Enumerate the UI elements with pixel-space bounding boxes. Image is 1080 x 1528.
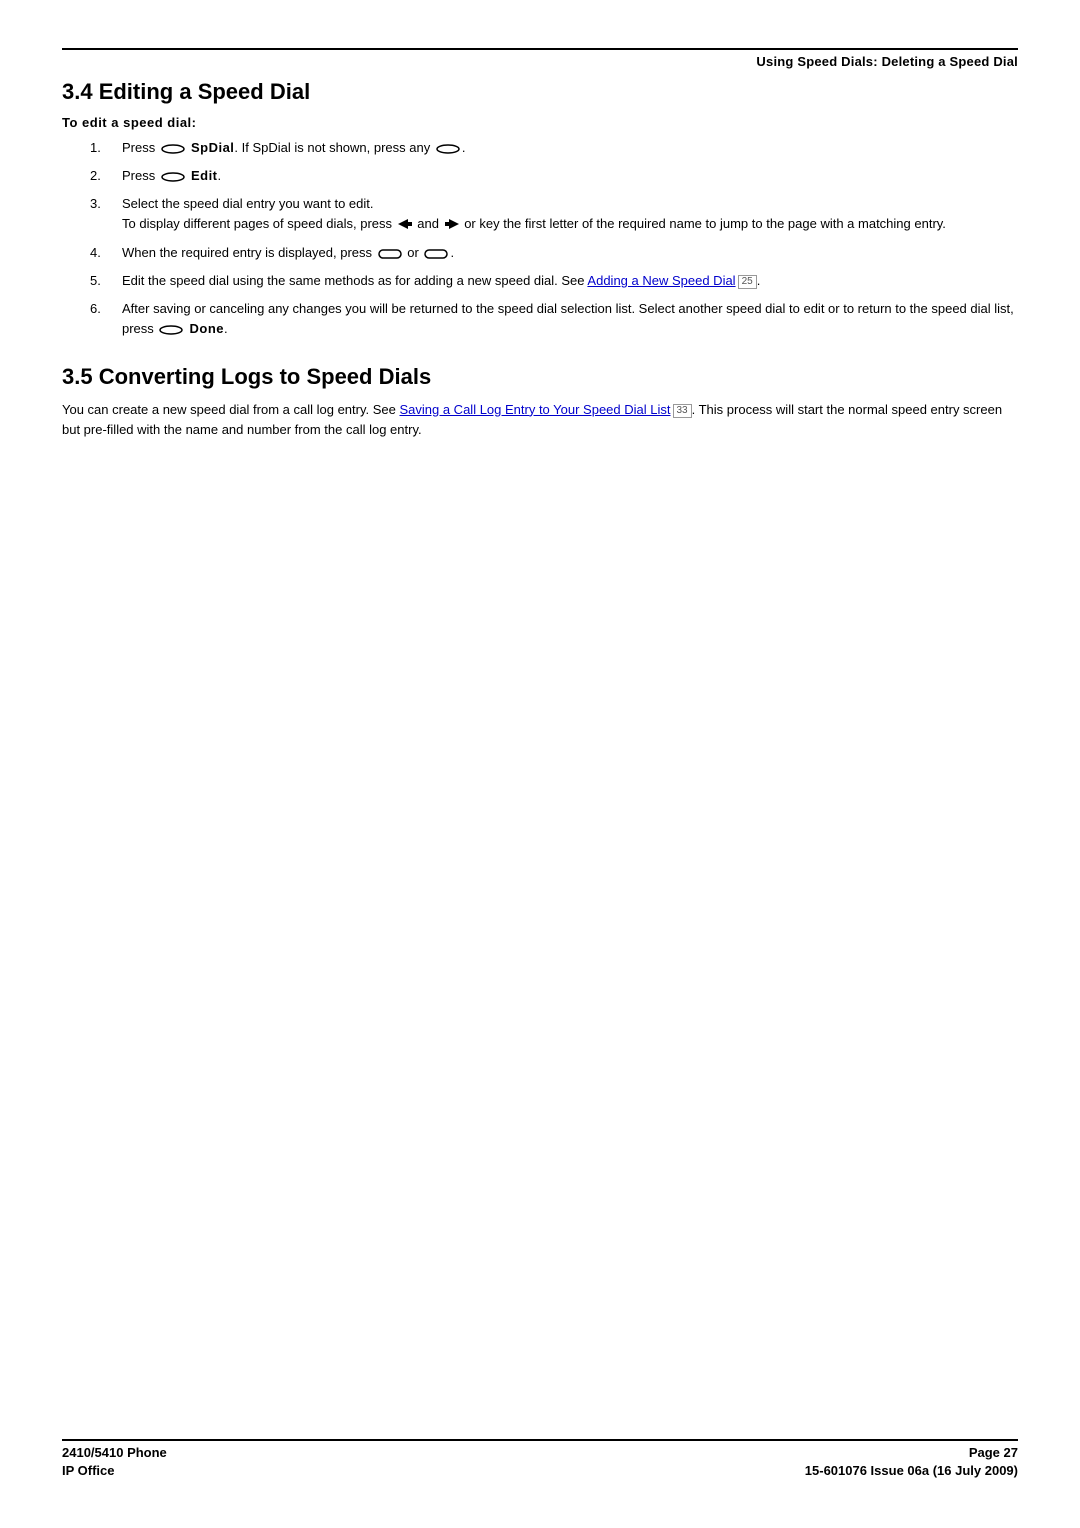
softkey-icon (161, 144, 185, 154)
step-4-text-c: . (450, 245, 454, 260)
page-ref-25: 25 (738, 275, 757, 289)
step-5-text-b: . (757, 273, 761, 288)
page-footer: 2410/5410 Phone Page 27 IP Office 15-601… (62, 1439, 1018, 1480)
step-1-text-c: . If SpDial is not shown, press any (234, 140, 433, 155)
softkey-icon (424, 249, 448, 259)
softkey-icon (378, 249, 402, 259)
arrow-left-icon (398, 215, 412, 235)
step-5-text-a: Edit the speed dial using the same metho… (122, 273, 587, 288)
page-ref-33: 33 (673, 404, 692, 418)
step-6-label: Done (185, 321, 224, 336)
step-3-text-b: To display different pages of speed dial… (122, 216, 396, 231)
section-3-4-heading: 3.4 Editing a Speed Dial (62, 79, 1018, 105)
step-4-text-a: When the required entry is displayed, pr… (122, 245, 376, 260)
step-2-text-a: Press (122, 168, 159, 183)
step-2-text-c: . (218, 168, 222, 183)
arrow-right-icon (445, 215, 459, 235)
step-3-text-a: Select the speed dial entry you want to … (122, 196, 374, 211)
section-3-4-intro: To edit a speed dial: (62, 115, 1018, 130)
step-3: Select the speed dial entry you want to … (90, 194, 1018, 235)
softkey-icon (436, 144, 460, 154)
header-rule (62, 48, 1018, 50)
footer-left-2: IP Office (62, 1462, 115, 1480)
footer-right-1: Page 27 (969, 1444, 1018, 1462)
footer-right-2: 15-601076 Issue 06a (16 July 2009) (805, 1462, 1018, 1480)
step-4: When the required entry is displayed, pr… (90, 243, 1018, 263)
step-2: Press Edit. (90, 166, 1018, 186)
step-2-label: Edit (187, 168, 218, 183)
softkey-icon (159, 325, 183, 335)
footer-rule (62, 1439, 1018, 1441)
softkey-icon (161, 172, 185, 182)
step-1: Press SpDial. If SpDial is not shown, pr… (90, 138, 1018, 158)
link-saving-call-log[interactable]: Saving a Call Log Entry to Your Speed Di… (399, 402, 670, 417)
step-1-text-d: . (462, 140, 466, 155)
step-6: After saving or canceling any changes yo… (90, 299, 1018, 339)
step-6-text-a: After saving or canceling any changes yo… (122, 301, 1014, 336)
section-3-5-text-a: You can create a new speed dial from a c… (62, 402, 399, 417)
breadcrumb: Using Speed Dials: Deleting a Speed Dial (62, 54, 1018, 69)
section-3-4-steps: Press SpDial. If SpDial is not shown, pr… (90, 138, 1018, 340)
step-6-text-c: . (224, 321, 228, 336)
step-3-text-d: or key the first letter of the required … (461, 216, 946, 231)
step-5: Edit the speed dial using the same metho… (90, 271, 1018, 291)
step-3-text-c: and (414, 216, 443, 231)
link-adding-speed-dial[interactable]: Adding a New Speed Dial (587, 273, 735, 288)
section-3-5-heading: 3.5 Converting Logs to Speed Dials (62, 364, 1018, 390)
step-1-label: SpDial (187, 140, 235, 155)
footer-left-1: 2410/5410 Phone (62, 1444, 167, 1462)
step-4-text-b: or (404, 245, 423, 260)
section-3-5-body: You can create a new speed dial from a c… (62, 400, 1018, 440)
step-1-text-a: Press (122, 140, 159, 155)
